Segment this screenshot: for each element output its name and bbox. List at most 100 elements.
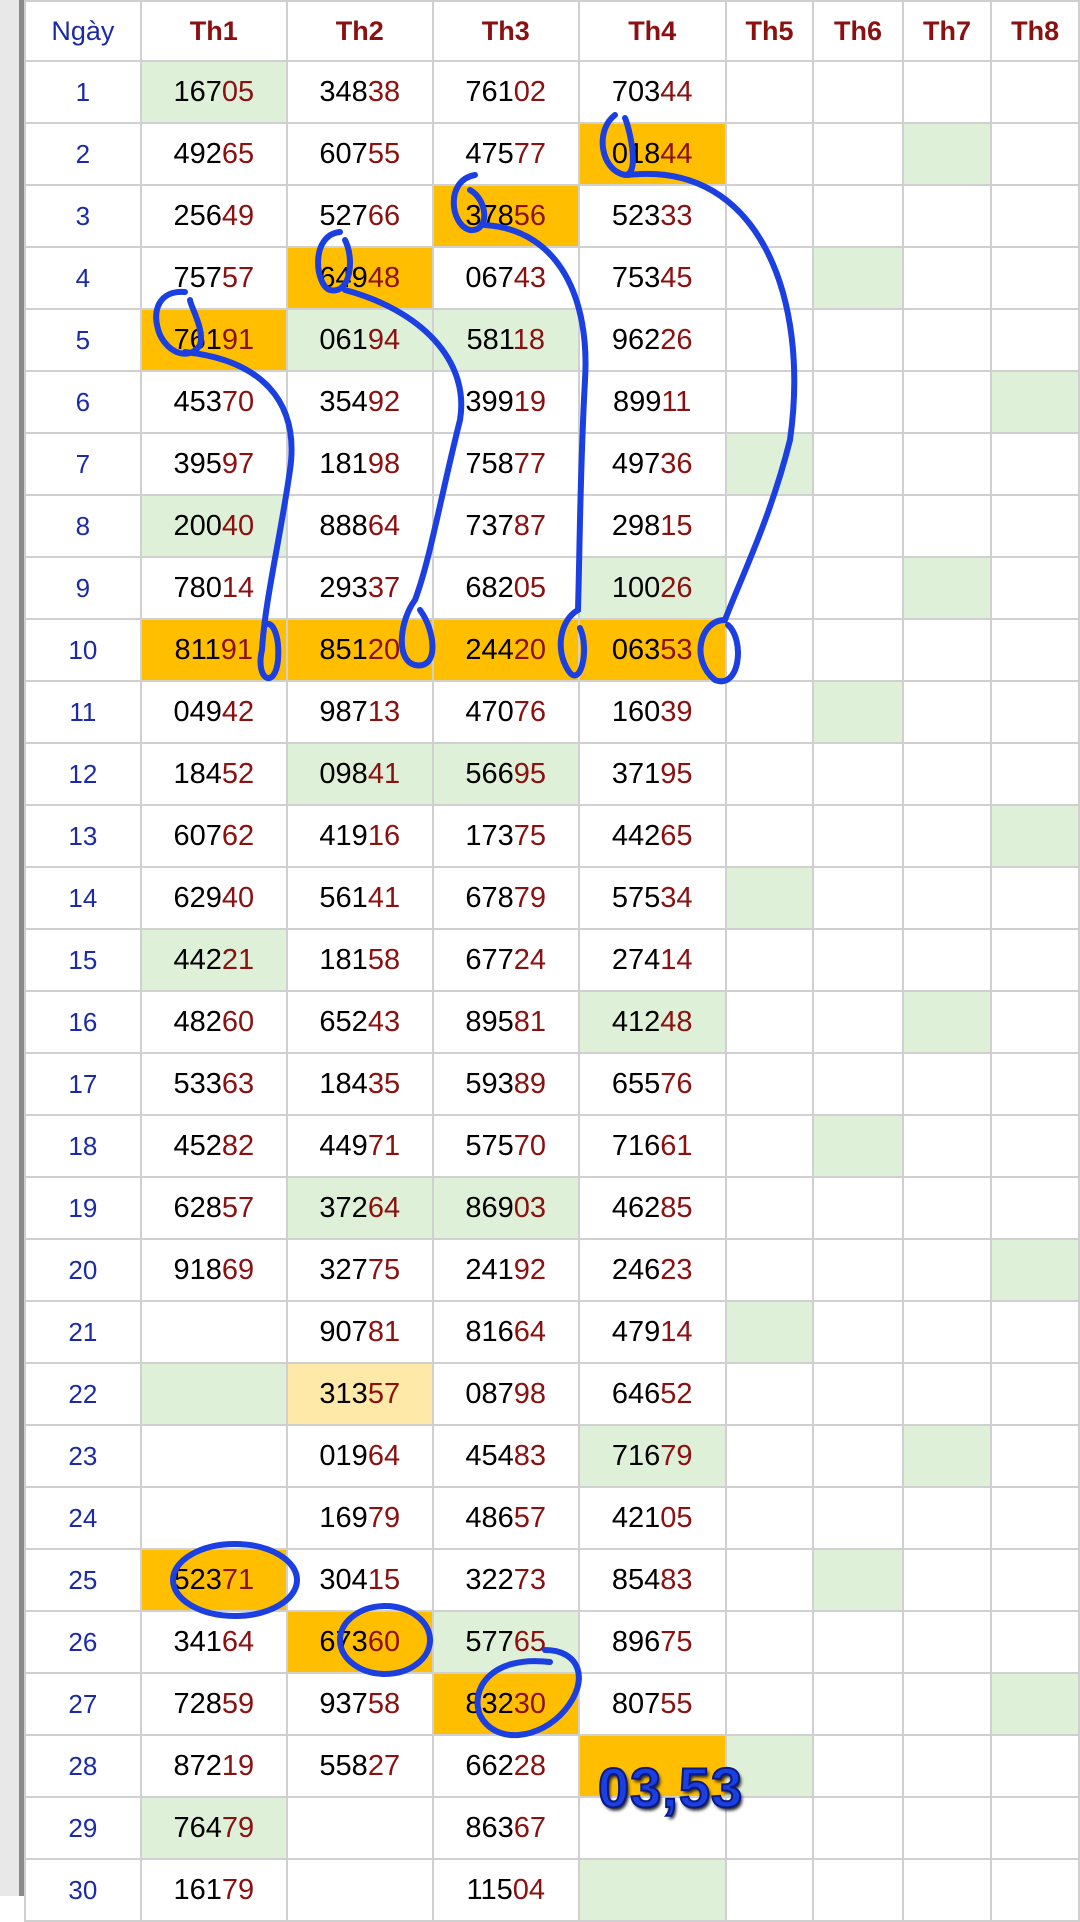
result-cell [901, 804, 993, 868]
result-last-two-digits: 52 [660, 1377, 693, 1410]
result-last-two-digits: 05 [660, 1501, 693, 1534]
result-cell [901, 1734, 993, 1798]
result-last-two-digits: 71 [367, 1129, 401, 1162]
result-cell: 71661 [577, 1114, 727, 1178]
result-cell [724, 680, 815, 744]
result-cell [901, 1238, 993, 1302]
day-cell: 9 [24, 556, 142, 620]
table-row: 30 16179 11504 [24, 1858, 1080, 1922]
result-cell [139, 1362, 288, 1426]
day-cell: 16 [24, 990, 142, 1054]
table-row: 26 34164 67360 57765 89675 [24, 1610, 1080, 1674]
result-last-two-digits: 18 [512, 323, 545, 356]
result-prefix: 561 [319, 881, 368, 914]
result-last-two-digits: 57 [513, 1501, 547, 1534]
result-prefix: 442 [173, 943, 222, 976]
result-cell [812, 804, 904, 868]
result-cell: 37856 [431, 184, 580, 248]
table-row: 20 91869 32775 24192 24623 [24, 1238, 1080, 1302]
result-cell [990, 60, 1080, 124]
month-header-th3: Th3 [431, 0, 580, 62]
month-header-th4: Th4 [577, 0, 727, 62]
result-prefix: 372 [319, 1191, 368, 1224]
result-last-two-digits: 66 [367, 199, 401, 232]
result-prefix: 523 [611, 199, 661, 232]
result-cell [812, 1610, 904, 1674]
result-prefix: 907 [319, 1315, 368, 1348]
result-cell [724, 1672, 815, 1736]
result-prefix: 758 [465, 447, 514, 480]
result-cell [990, 432, 1080, 496]
result-cell [812, 928, 904, 992]
result-prefix: 899 [612, 385, 662, 418]
result-cell [901, 1176, 993, 1240]
result-last-two-digits: 26 [660, 571, 693, 604]
result-cell: 55827 [285, 1734, 434, 1798]
table-row: 18 45282 44971 57570 71661 [24, 1114, 1080, 1178]
result-cell [812, 1176, 904, 1240]
result-prefix: 378 [465, 199, 514, 232]
table-row: 23 01964 45483 71679 [24, 1424, 1080, 1488]
result-cell [990, 928, 1080, 992]
day-cell: 21 [24, 1300, 142, 1364]
result-prefix: 067 [465, 261, 514, 294]
day-cell: 3 [24, 184, 142, 248]
result-cell [724, 742, 815, 806]
result-cell [724, 1610, 815, 1674]
result-cell: 52371 [139, 1548, 288, 1612]
result-prefix: 577 [465, 1625, 514, 1658]
result-prefix: 486 [465, 1501, 514, 1534]
table-row: 7 39597 18198 75877 49736 [24, 432, 1080, 496]
result-last-two-digits: 75 [367, 1253, 401, 1286]
result-cell [139, 1300, 288, 1364]
result-last-two-digits: 79 [367, 1501, 401, 1534]
month-header-th6: Th6 [812, 0, 904, 62]
result-last-two-digits: 89 [513, 1067, 547, 1100]
day-cell: 13 [24, 804, 142, 868]
table-row: 22 31357 08798 64652 [24, 1362, 1080, 1426]
result-cell: 24420 [431, 618, 580, 682]
result-prefix: 442 [611, 819, 661, 852]
result-prefix: 462 [611, 1191, 661, 1224]
result-cell: 88864 [285, 494, 434, 558]
result-prefix: 757 [173, 261, 222, 294]
result-cell [990, 556, 1080, 620]
result-cell: 30415 [285, 1548, 434, 1612]
result-last-two-digits: 40 [221, 881, 255, 914]
result-cell [812, 866, 904, 930]
result-cell [901, 1300, 993, 1364]
result-last-two-digits: 43 [513, 261, 547, 294]
table-row: 13 60762 41916 17375 44265 [24, 804, 1080, 868]
result-last-two-digits: 94 [367, 323, 401, 356]
result-last-two-digits: 77 [513, 447, 547, 480]
result-prefix: 304 [319, 1563, 368, 1596]
result-cell [990, 1548, 1080, 1612]
result-last-two-digits: 79 [660, 1439, 693, 1472]
result-cell: 86367 [431, 1796, 580, 1860]
result-cell: 96226 [577, 308, 727, 372]
result-cell [812, 618, 904, 682]
result-last-two-digits: 98 [513, 1377, 547, 1410]
result-cell [724, 1176, 815, 1240]
result-cell [901, 1424, 993, 1488]
result-last-two-digits: 64 [367, 1439, 401, 1472]
table-row: 12 18452 09841 56695 37195 [24, 742, 1080, 806]
day-cell: 26 [24, 1610, 142, 1674]
result-cell: 83230 [431, 1672, 580, 1736]
table-row: 8 20040 88864 73787 29815 [24, 494, 1080, 558]
result-last-two-digits: 69 [221, 1253, 255, 1286]
result-cell [812, 432, 904, 496]
result-last-two-digits: 40 [221, 509, 255, 542]
result-last-two-digits: 44 [660, 137, 693, 170]
result-last-two-digits: 87 [513, 509, 547, 542]
result-cell: 37195 [577, 742, 727, 806]
result-cell: 93758 [285, 1672, 434, 1736]
result-cell [724, 1858, 815, 1922]
result-prefix: 678 [465, 881, 514, 914]
result-prefix: 492 [173, 137, 222, 170]
result-prefix: 246 [611, 1253, 661, 1286]
result-prefix: 728 [173, 1687, 222, 1720]
result-cell: 66228 [431, 1734, 580, 1798]
result-last-two-digits: 91 [221, 323, 255, 356]
result-cell [901, 432, 993, 496]
